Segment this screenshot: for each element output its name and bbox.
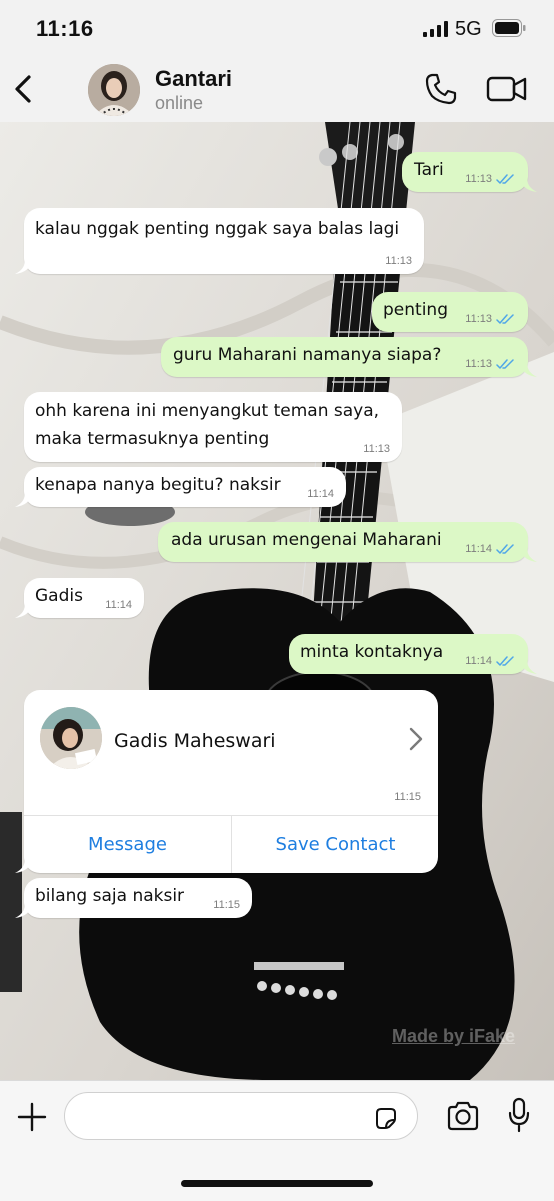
message-time: 11:13 bbox=[385, 255, 412, 267]
watermark: Made by iFake bbox=[392, 1026, 516, 1046]
message-incoming[interactable]: kenapa nanya begitu? naksir 11:14 bbox=[15, 467, 346, 507]
message-time: 11:14 bbox=[465, 543, 492, 555]
contact-status: online bbox=[155, 93, 204, 113]
back-chevron-icon[interactable] bbox=[10, 72, 38, 106]
message-outgoing[interactable]: guru Maharani namanya siapa? 11:13 bbox=[161, 337, 537, 377]
message-meta: 11:13 bbox=[385, 255, 412, 267]
contact-name[interactable]: Gantari bbox=[155, 66, 232, 92]
shared-contact-avatar bbox=[40, 707, 102, 769]
read-ticks-icon bbox=[496, 173, 514, 184]
read-ticks-icon bbox=[496, 313, 514, 324]
message-incoming[interactable]: Gadis 11:14 bbox=[15, 578, 144, 618]
message-time: 11:13 bbox=[465, 313, 492, 325]
message-incoming[interactable]: bilang saja naksir 11:15 bbox=[15, 878, 252, 918]
sticker-icon[interactable] bbox=[373, 1105, 399, 1131]
bubble-tail bbox=[519, 546, 537, 562]
message-time: 11:14 bbox=[105, 599, 132, 611]
camera-icon[interactable] bbox=[446, 1101, 480, 1131]
message-text-line-2: maka termasuknya penting bbox=[35, 429, 270, 449]
plus-icon[interactable] bbox=[16, 1101, 48, 1133]
message-outgoing[interactable]: ada urusan mengenai Maharani 11:14 bbox=[158, 522, 537, 562]
message-text: kalau nggak penting nggak saya balas lag… bbox=[35, 219, 400, 239]
bubble-tail bbox=[15, 602, 33, 618]
message-outgoing[interactable]: penting 11:13 bbox=[372, 292, 528, 332]
message-text: ada urusan mengenai Maharani bbox=[171, 530, 442, 550]
bubble-tail bbox=[519, 176, 537, 192]
message-outgoing[interactable]: Tari 11:13 bbox=[402, 152, 537, 192]
message-time: 11:14 bbox=[465, 655, 492, 667]
message-meta: 11:13 bbox=[363, 443, 390, 455]
chevron-right-icon[interactable] bbox=[408, 726, 424, 752]
bubble-tail bbox=[519, 658, 537, 674]
bubble-tail bbox=[15, 857, 33, 873]
status-bar: 11:16 5G bbox=[0, 0, 554, 60]
bubble-tail bbox=[15, 902, 33, 918]
message-meta: 11:14 bbox=[105, 599, 132, 611]
message-text: kenapa nanya begitu? naksir bbox=[35, 475, 281, 495]
read-ticks-icon bbox=[496, 655, 514, 666]
message-text: Gadis bbox=[35, 586, 83, 606]
save-contact-button[interactable]: Save Contact bbox=[232, 816, 439, 873]
phone-icon[interactable] bbox=[424, 72, 458, 106]
network-type: 5G bbox=[455, 18, 482, 40]
message-time: 11:15 bbox=[213, 899, 240, 911]
microphone-icon[interactable] bbox=[508, 1097, 530, 1133]
read-ticks-icon bbox=[496, 543, 514, 554]
shared-contact-name: Gadis Maheswari bbox=[114, 730, 276, 752]
battery-icon bbox=[492, 19, 526, 37]
message-meta: 11:13 bbox=[465, 358, 516, 370]
message-time: 11:14 bbox=[307, 488, 334, 500]
message-text: bilang saja naksir bbox=[35, 886, 185, 906]
message-time: 11:13 bbox=[465, 173, 492, 185]
home-indicator bbox=[181, 1180, 373, 1187]
shared-contact-time: 11:15 bbox=[394, 791, 421, 803]
bubble-tail bbox=[15, 491, 33, 507]
message-meta: 11:13 bbox=[465, 313, 516, 325]
message-meta: 11:14 bbox=[465, 543, 516, 555]
message-text-line-1: ohh karena ini menyangkut teman saya, bbox=[35, 401, 380, 421]
message-time: 11:13 bbox=[465, 358, 492, 370]
read-ticks-icon bbox=[496, 358, 514, 369]
bubble-tail bbox=[15, 258, 33, 274]
message-text: guru Maharani namanya siapa? bbox=[173, 345, 442, 365]
chat-header: Gantari online bbox=[0, 60, 554, 123]
message-meta: 11:15 bbox=[213, 899, 240, 911]
message-meta: 11:14 bbox=[465, 655, 516, 667]
message-meta: 11:14 bbox=[307, 488, 334, 500]
message-meta: 11:13 bbox=[465, 173, 516, 185]
shared-contact-card[interactable]: Gadis Maheswari 11:15 Message Save Conta… bbox=[15, 690, 439, 873]
video-call-icon[interactable] bbox=[486, 74, 528, 104]
clock: 11:16 bbox=[36, 16, 94, 41]
bubble-tail bbox=[519, 361, 537, 377]
message-text: penting bbox=[383, 300, 448, 320]
message-time: 11:13 bbox=[363, 443, 390, 455]
message-text: minta kontaknya bbox=[300, 642, 444, 662]
chat-area[interactable]: Tari 11:13 kalau nggak penting nggak say… bbox=[0, 122, 554, 1080]
message-outgoing[interactable]: minta kontaknya 11:14 bbox=[289, 634, 537, 674]
message-incoming[interactable]: ohh karena ini menyangkut teman saya, ma… bbox=[24, 392, 402, 462]
message-text: Tari bbox=[414, 160, 444, 180]
contact-avatar[interactable] bbox=[88, 64, 140, 116]
message-contact-button[interactable]: Message bbox=[24, 816, 231, 873]
composer-bar bbox=[0, 1080, 554, 1201]
signal-icon bbox=[423, 21, 448, 37]
message-input[interactable] bbox=[64, 1092, 418, 1140]
message-incoming[interactable]: kalau nggak penting nggak saya balas lag… bbox=[15, 208, 424, 274]
